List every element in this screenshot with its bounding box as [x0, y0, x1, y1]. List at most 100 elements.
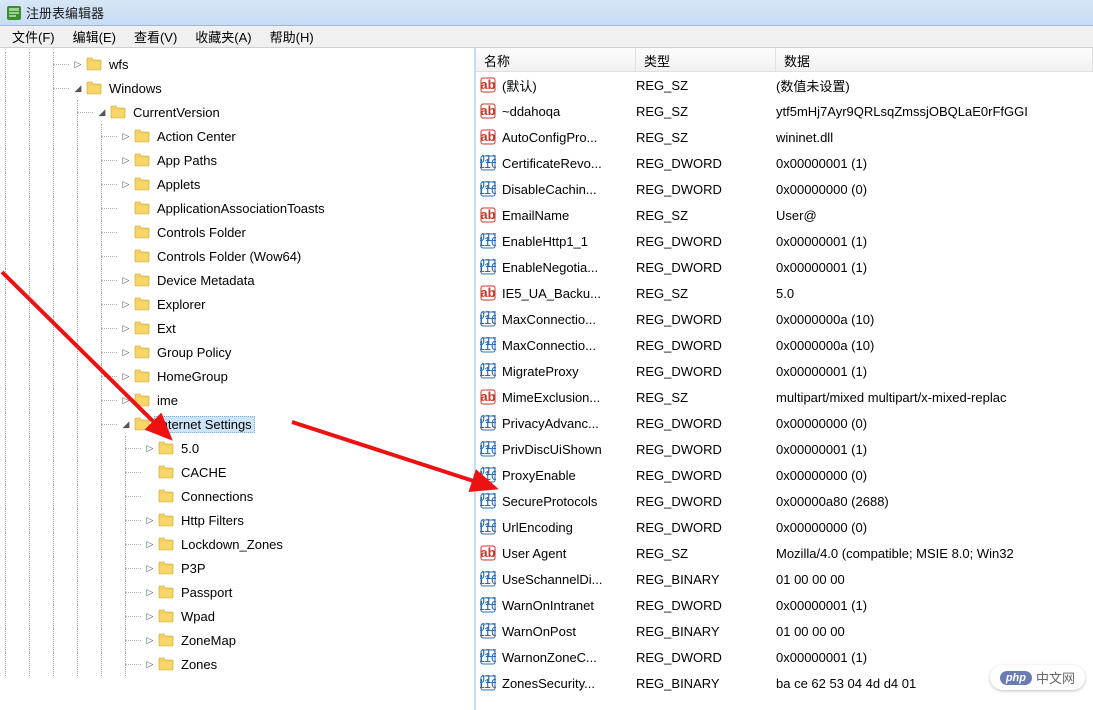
tree-node[interactable]: ▷ ime — [0, 388, 474, 412]
tree-label[interactable]: Explorer — [154, 296, 208, 313]
tree-node[interactable]: ·Controls Folder (Wow64) — [0, 244, 474, 268]
expand-toggle[interactable]: ◢ — [120, 418, 132, 430]
value-row[interactable]: 011110CertificateRevo...REG_DWORD0x00000… — [476, 150, 1093, 176]
tree-label[interactable]: Ext — [154, 320, 179, 337]
expand-toggle[interactable]: ▷ — [144, 514, 156, 526]
tree-label[interactable]: ime — [154, 392, 181, 409]
tree-label[interactable]: P3P — [178, 560, 209, 577]
tree-node[interactable]: ▷Action Center — [0, 124, 474, 148]
tree-label[interactable]: Connections — [178, 488, 256, 505]
expand-toggle[interactable]: ▷ — [120, 394, 132, 406]
tree-node[interactable]: ·ApplicationAssociationToasts — [0, 196, 474, 220]
expand-toggle[interactable]: ▷ — [120, 346, 132, 358]
expand-toggle[interactable]: ▷ — [120, 130, 132, 142]
menu-help[interactable]: 帮助(H) — [262, 25, 322, 48]
value-row[interactable]: 011110DisableCachin...REG_DWORD0x0000000… — [476, 176, 1093, 202]
expand-toggle[interactable]: ◢ — [72, 82, 84, 94]
expand-toggle[interactable]: ▷ — [120, 178, 132, 190]
tree-label[interactable]: ApplicationAssociationToasts — [154, 200, 328, 217]
tree-node[interactable]: ▷ ZoneMap — [0, 628, 474, 652]
tree-node[interactable]: ▷ wfs — [0, 52, 474, 76]
tree-node[interactable]: ◢ CurrentVersion — [0, 100, 474, 124]
tree-label[interactable]: Lockdown_Zones — [178, 536, 286, 553]
tree-node[interactable]: ▷ Group Policy — [0, 340, 474, 364]
tree-label[interactable]: Windows — [106, 80, 165, 97]
tree-node[interactable]: ·Controls Folder — [0, 220, 474, 244]
expand-toggle[interactable]: ▷ — [120, 322, 132, 334]
value-row[interactable]: ab(默认)REG_SZ(数值未设置) — [476, 72, 1093, 98]
expand-toggle[interactable]: ▷ — [144, 442, 156, 454]
value-row[interactable]: 011110PrivDiscUiShownREG_DWORD0x00000001… — [476, 436, 1093, 462]
col-header-type[interactable]: 类型 — [636, 48, 776, 71]
value-row[interactable]: 011110ProxyEnableREG_DWORD0x00000000 (0) — [476, 462, 1093, 488]
value-row[interactable]: 011110EnableHttp1_1REG_DWORD0x00000001 (… — [476, 228, 1093, 254]
tree-node[interactable]: ▷ Http Filters — [0, 508, 474, 532]
col-header-name[interactable]: 名称 — [476, 48, 636, 71]
tree-label[interactable]: Internet Settings — [154, 416, 255, 433]
tree-label[interactable]: Controls Folder — [154, 224, 249, 241]
menu-edit[interactable]: 编辑(E) — [65, 25, 124, 48]
titlebar[interactable]: 注册表编辑器 — [0, 0, 1093, 26]
tree-node[interactable]: ▷ App Paths — [0, 148, 474, 172]
tree-label[interactable]: Applets — [154, 176, 203, 193]
expand-toggle[interactable]: ▷ — [144, 610, 156, 622]
tree-node[interactable]: ▷Zones — [0, 652, 474, 676]
expand-toggle[interactable]: ▷ — [120, 370, 132, 382]
expand-toggle[interactable]: ▷ — [120, 274, 132, 286]
value-row[interactable]: 011110MigrateProxyREG_DWORD0x00000001 (1… — [476, 358, 1093, 384]
menu-file[interactable]: 文件(F) — [4, 25, 63, 48]
value-row[interactable]: abEmailNameREG_SZUser@ — [476, 202, 1093, 228]
value-row[interactable]: 011110UseSchannelDi...REG_BINARY01 00 00… — [476, 566, 1093, 592]
expand-toggle[interactable]: ▷ — [144, 658, 156, 670]
values-panel[interactable]: 名称 类型 数据 ab(默认)REG_SZ(数值未设置)ab~ddahoqaRE… — [476, 48, 1093, 710]
col-header-data[interactable]: 数据 — [776, 48, 1093, 71]
tree-label[interactable]: Http Filters — [178, 512, 247, 529]
tree-label[interactable]: CACHE — [178, 464, 230, 481]
expand-toggle[interactable]: ▷ — [72, 58, 84, 70]
menu-view[interactable]: 查看(V) — [126, 25, 185, 48]
tree-label[interactable]: Group Policy — [154, 344, 234, 361]
tree-label[interactable]: Controls Folder (Wow64) — [154, 248, 304, 265]
tree-label[interactable]: 5.0 — [178, 440, 202, 457]
tree-node[interactable]: ▷ HomeGroup — [0, 364, 474, 388]
value-row[interactable]: 011110MaxConnectio...REG_DWORD0x0000000a… — [476, 332, 1093, 358]
value-row[interactable]: 011110UrlEncodingREG_DWORD0x00000000 (0) — [476, 514, 1093, 540]
tree-panel[interactable]: ▷ wfs ◢ Windows ◢ CurrentVersion ▷Action Cente… — [0, 48, 476, 710]
value-row[interactable]: abMimeExclusion...REG_SZmultipart/mixed … — [476, 384, 1093, 410]
expand-toggle[interactable]: ▷ — [144, 562, 156, 574]
expand-toggle[interactable]: ◢ — [96, 106, 108, 118]
tree-node[interactable]: ▷ 5.0 — [0, 436, 474, 460]
tree-label[interactable]: Device Metadata — [154, 272, 258, 289]
value-row[interactable]: 011110WarnOnPostREG_BINARY01 00 00 00 — [476, 618, 1093, 644]
menu-favorites[interactable]: 收藏夹(A) — [187, 25, 259, 48]
tree-node[interactable]: ▷ Lockdown_Zones — [0, 532, 474, 556]
tree-label[interactable]: App Paths — [154, 152, 220, 169]
tree-node[interactable]: ▷ P3P — [0, 556, 474, 580]
tree-node[interactable]: ·CACHE — [0, 460, 474, 484]
tree-label[interactable]: Passport — [178, 584, 235, 601]
tree-label[interactable]: ZoneMap — [178, 632, 239, 649]
tree-label[interactable]: CurrentVersion — [130, 104, 223, 121]
expand-toggle[interactable]: ▷ — [120, 154, 132, 166]
value-row[interactable]: 011110SecureProtocolsREG_DWORD0x00000a80… — [476, 488, 1093, 514]
value-row[interactable]: 011110PrivacyAdvanc...REG_DWORD0x0000000… — [476, 410, 1093, 436]
value-row[interactable]: abAutoConfigPro...REG_SZwininet.dll — [476, 124, 1093, 150]
tree-node[interactable]: ▷Passport — [0, 580, 474, 604]
tree-node[interactable]: ▷Explorer — [0, 292, 474, 316]
expand-toggle[interactable]: ▷ — [144, 538, 156, 550]
tree-node[interactable]: ▷ Ext — [0, 316, 474, 340]
value-row[interactable]: 011110MaxConnectio...REG_DWORD0x0000000a… — [476, 306, 1093, 332]
value-row[interactable]: abIE5_UA_Backu...REG_SZ5.0 — [476, 280, 1093, 306]
expand-toggle[interactable]: ▷ — [144, 634, 156, 646]
value-row[interactable]: ab~ddahoqaREG_SZytf5mHj7Ayr9QRLsqZmssjOB… — [476, 98, 1093, 124]
tree-node[interactable]: ◢ Windows — [0, 76, 474, 100]
tree-label[interactable]: Wpad — [178, 608, 218, 625]
tree-node[interactable]: ▷ Device Metadata — [0, 268, 474, 292]
value-row[interactable]: abUser AgentREG_SZMozilla/4.0 (compatibl… — [476, 540, 1093, 566]
value-row[interactable]: 011110WarnOnIntranetREG_DWORD0x00000001 … — [476, 592, 1093, 618]
tree-label[interactable]: wfs — [106, 56, 132, 73]
tree-node[interactable]: ◢ Internet Settings — [0, 412, 474, 436]
tree-label[interactable]: HomeGroup — [154, 368, 231, 385]
tree-node[interactable]: ·Connections — [0, 484, 474, 508]
tree-node[interactable]: ▷ Wpad — [0, 604, 474, 628]
